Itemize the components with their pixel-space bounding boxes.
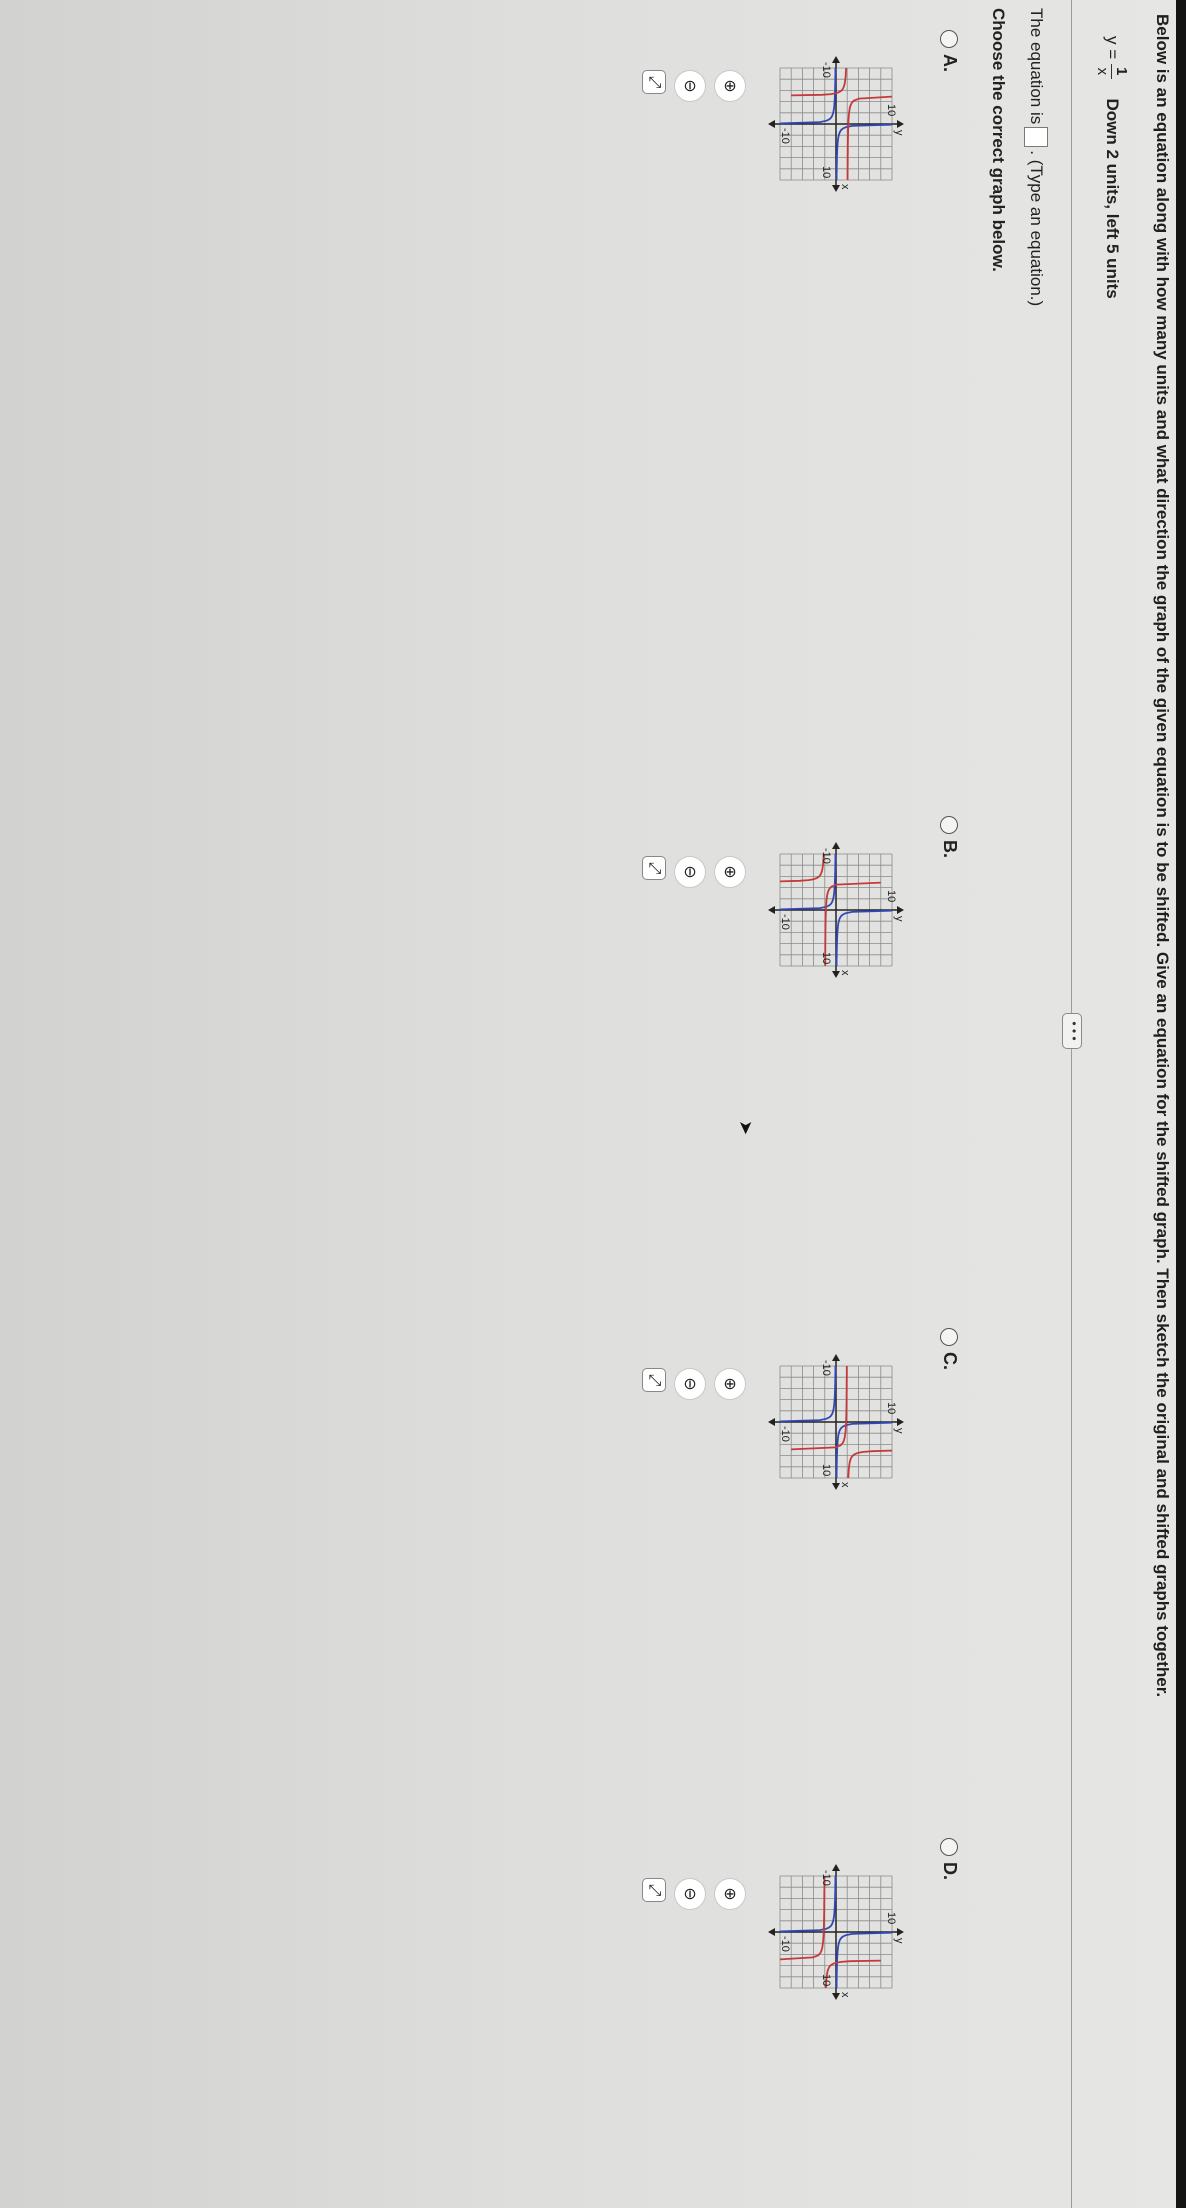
zoom-in-icon[interactable]: ⊕	[714, 70, 746, 102]
x-axis-arrow	[832, 56, 840, 63]
x-axis-label: x	[839, 970, 851, 976]
option-b-radio[interactable]	[940, 816, 959, 834]
option-b-label[interactable]: B.	[939, 816, 960, 858]
x-axis-label: x	[839, 1992, 851, 1998]
choose-graph-prompt: Choose the correct graph below.	[989, 8, 1008, 272]
bottom-tick-label: -10	[779, 1936, 791, 1952]
screen: Below is an equation along with how many…	[0, 0, 1186, 2208]
graph-svg: 10 -10 10 -10 y x	[768, 1354, 905, 1490]
option-c-radio[interactable]	[940, 1328, 959, 1346]
y-axis-arrow	[897, 120, 904, 128]
graph-tools: ⊕ ⊖ ⤢	[642, 1368, 746, 1400]
x-axis-label: x	[839, 1482, 851, 1488]
answer-suffix: . (Type an equation.)	[1027, 150, 1046, 307]
y-axis-arrow	[768, 120, 775, 128]
option-a-radio[interactable]	[940, 30, 959, 48]
y-axis-label: y	[893, 1938, 905, 1944]
answer-prefix: The equation is	[1027, 8, 1046, 125]
option-letter: D.	[940, 1862, 960, 1880]
equation-lhs: y =	[1103, 36, 1122, 60]
zoom-out-icon[interactable]: ⊖	[674, 70, 706, 102]
left-tick-label: -10	[820, 848, 832, 864]
bottom-tick-label: -10	[779, 1426, 791, 1442]
option-d-graph: 10 -10 10 -10 y x	[753, 1852, 928, 2012]
equation-answer-input[interactable]	[1024, 127, 1048, 148]
option-b-graph: 10 -10 10 -10 y x	[753, 830, 928, 990]
top-tick-label: 10	[885, 890, 897, 902]
original-curve	[835, 123, 893, 180]
graph-svg: 10 -10 10 -10 y x	[768, 1864, 905, 2000]
option-letter: C.	[940, 1352, 960, 1370]
right-tick-label: 10	[820, 166, 832, 178]
pointer-cursor-icon: ➤	[736, 1120, 756, 1136]
x-axis-arrow	[832, 1354, 840, 1361]
graph-tools: ⊕ ⊖ ⤢	[642, 856, 746, 888]
given-equation: y = 1 x	[1094, 36, 1131, 79]
window-top-edge	[1176, 0, 1186, 2208]
y-axis-arrow	[768, 906, 775, 914]
equation-fraction: 1 x	[1094, 64, 1131, 79]
option-d-label[interactable]: D.	[939, 1838, 960, 1880]
zoom-in-icon[interactable]: ⊕	[714, 1878, 746, 1910]
bottom-tick-label: -10	[779, 128, 791, 144]
graph-svg: 10 -10 10 -10 y x	[768, 842, 905, 978]
top-tick-label: 10	[885, 104, 897, 116]
section-divider	[1071, 0, 1072, 2208]
y-axis-label: y	[893, 916, 905, 922]
y-axis-arrow	[897, 1418, 904, 1426]
answer-line: The equation is . (Type an equation.)	[1024, 8, 1048, 306]
y-axis-arrow	[897, 906, 904, 914]
option-d-radio[interactable]	[940, 1838, 959, 1856]
left-tick-label: -10	[820, 62, 832, 78]
left-tick-label: -10	[820, 1870, 832, 1886]
popout-icon[interactable]: ⤢	[642, 70, 666, 94]
left-tick-label: -10	[820, 1360, 832, 1376]
original-curve	[835, 909, 893, 966]
shift-description: Down 2 units, left 5 units	[1103, 98, 1122, 299]
right-tick-label: 10	[820, 1974, 832, 1986]
shifted-curve	[847, 1449, 893, 1478]
option-c-label[interactable]: C.	[939, 1328, 960, 1370]
graph-svg: 10 -10 10 -10 y x	[768, 56, 905, 192]
right-tick-label: 10	[820, 952, 832, 964]
shifted-curve	[779, 854, 825, 883]
x-axis-label: x	[839, 184, 851, 190]
popout-icon[interactable]: ⤢	[642, 856, 666, 880]
option-a-label[interactable]: A.	[939, 30, 960, 72]
equation-numerator: 1	[1111, 64, 1131, 79]
x-axis-arrow	[832, 1864, 840, 1871]
shifted-curve	[791, 68, 847, 97]
zoom-out-icon[interactable]: ⊖	[674, 1368, 706, 1400]
x-axis-arrow	[832, 842, 840, 849]
zoom-out-icon[interactable]: ⊖	[674, 856, 706, 888]
option-c-graph: 10 -10 10 -10 y x	[753, 1342, 928, 1502]
bottom-tick-label: -10	[779, 914, 791, 930]
zoom-in-icon[interactable]: ⊕	[714, 856, 746, 888]
y-axis-label: y	[893, 130, 905, 136]
y-axis-arrow	[768, 1928, 775, 1936]
option-letter: A.	[940, 54, 960, 72]
equation-denominator: x	[1094, 67, 1112, 76]
shifted-curve	[825, 1959, 881, 1988]
graph-tools: ⊕ ⊖ ⤢	[642, 1878, 746, 1910]
graph-tools: ⊕ ⊖ ⤢	[642, 70, 746, 102]
question-prompt: Below is an equation along with how many…	[1153, 14, 1172, 1698]
option-letter: B.	[940, 840, 960, 858]
option-a-graph: 10 -10 10 -10 y x	[753, 44, 928, 204]
right-tick-label: 10	[820, 1464, 832, 1476]
zoom-in-icon[interactable]: ⊕	[714, 1368, 746, 1400]
zoom-out-icon[interactable]: ⊖	[674, 1878, 706, 1910]
given-equation-row: y = 1 x Down 2 units, left 5 units	[1086, 36, 1138, 299]
expand-more-button[interactable]: • • •	[1062, 1013, 1082, 1049]
y-axis-label: y	[893, 1428, 905, 1434]
top-tick-label: 10	[885, 1402, 897, 1414]
popout-icon[interactable]: ⤢	[642, 1878, 666, 1902]
y-axis-arrow	[768, 1418, 775, 1426]
top-tick-label: 10	[885, 1912, 897, 1924]
y-axis-arrow	[897, 1928, 904, 1936]
popout-icon[interactable]: ⤢	[642, 1368, 666, 1392]
